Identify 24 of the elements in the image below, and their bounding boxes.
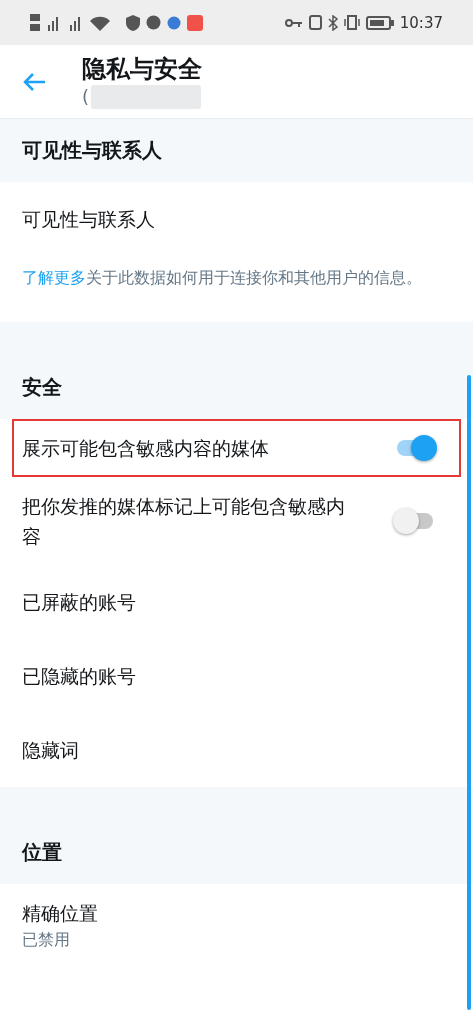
setting-label: 把你发推的媒体标记上可能包含敏感内容 — [22, 494, 346, 549]
menu-item[interactable]: 已屏蔽的账号 — [22, 587, 136, 617]
bluetooth-icon — [327, 14, 338, 31]
info-text: 了解更多关于此数据如何用于连接你和其他用户的信息。 — [21, 267, 423, 289]
setting-label[interactable]: 精确位置 — [22, 898, 362, 928]
vibrate-icon — [343, 15, 360, 30]
key-icon — [284, 17, 303, 28]
section-header: 安全 — [0, 322, 473, 419]
back-arrow-icon[interactable] — [22, 71, 46, 92]
battery-icon — [365, 15, 394, 30]
clock-time: 10:37 — [399, 13, 443, 32]
account-handle: ( — [82, 84, 90, 109]
menu-item[interactable]: 已隐藏的账号 — [22, 661, 136, 691]
menu-item[interactable]: 隐藏词 — [22, 735, 79, 765]
menu-item[interactable]: 可见性与联系人 — [22, 204, 155, 234]
circle-icon — [146, 15, 161, 30]
section-header: 位置 — [0, 787, 473, 884]
setting-value: 已禁用 — [22, 929, 71, 951]
setting-label: 展示可能包含敏感内容的媒体 — [22, 436, 269, 461]
section-header: 可见性与联系人 — [0, 119, 473, 182]
app-icon — [167, 15, 181, 30]
shield-icon — [126, 14, 140, 31]
app-icon — [187, 14, 203, 31]
page-title: 隐私与安全 — [82, 53, 202, 84]
